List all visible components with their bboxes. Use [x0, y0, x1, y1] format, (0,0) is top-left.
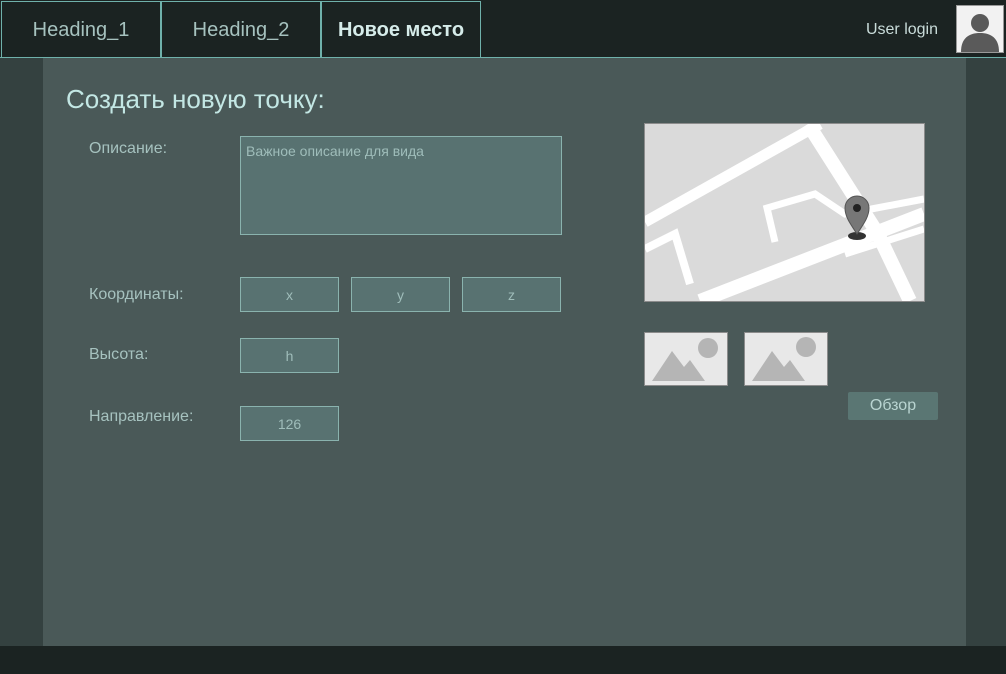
- user-avatar-icon[interactable]: [956, 5, 1004, 53]
- left-gutter: [0, 58, 44, 646]
- coordinates-label: Координаты:: [89, 286, 184, 303]
- browse-button[interactable]: Обзор: [848, 392, 938, 420]
- map-roads-icon: [645, 124, 924, 301]
- tab-heading-1[interactable]: Heading_1: [1, 1, 161, 57]
- direction-label: Направление:: [89, 408, 194, 425]
- image-thumbnail-2[interactable]: [744, 332, 828, 386]
- tab-heading-2[interactable]: Heading_2: [161, 1, 321, 57]
- image-thumbnail-1[interactable]: [644, 332, 728, 386]
- top-navigation-bar: Heading_1 Heading_2 Новое место User log…: [0, 0, 1006, 58]
- footer-bar: [0, 646, 1006, 674]
- description-label: Описание:: [89, 140, 168, 157]
- map-preview[interactable]: [644, 123, 925, 302]
- map-pin-icon: [844, 195, 870, 240]
- create-point-panel: Создать новую точку: Описание: Координат…: [43, 58, 966, 646]
- image-placeholder-icon: [652, 338, 718, 381]
- height-input[interactable]: [240, 338, 339, 373]
- page-title: Создать новую точку:: [66, 84, 325, 114]
- coordinate-z-input[interactable]: [462, 277, 561, 312]
- height-label: Высота:: [89, 346, 149, 363]
- description-input[interactable]: [240, 136, 562, 235]
- image-placeholder-icon: [752, 337, 816, 381]
- tab-new-place[interactable]: Новое место: [321, 1, 481, 57]
- coordinate-x-input[interactable]: [240, 277, 339, 312]
- coordinate-y-input[interactable]: [351, 277, 450, 312]
- right-gutter: [966, 58, 1006, 646]
- user-login-link[interactable]: User login: [866, 0, 938, 58]
- direction-input[interactable]: [240, 406, 339, 441]
